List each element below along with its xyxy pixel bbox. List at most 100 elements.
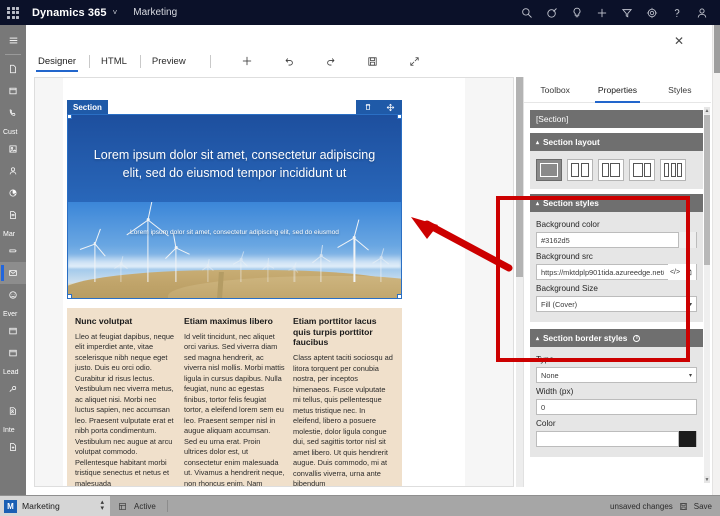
column-heading: Nunc volutpat <box>75 316 133 326</box>
target-icon[interactable] <box>539 0 564 25</box>
gear-icon[interactable] <box>639 0 664 25</box>
border-width-field[interactable] <box>536 399 697 415</box>
email-canvas[interactable]: Section Lorem ipsum dolor sit amet, cons… <box>34 77 514 487</box>
border-color-swatch-button[interactable] <box>678 431 696 447</box>
person-icon[interactable] <box>689 0 714 25</box>
layout-three-column[interactable] <box>660 159 686 181</box>
sidebar-item-pinned[interactable] <box>0 80 26 102</box>
layout-wide-narrow[interactable] <box>629 159 655 181</box>
tab-preview[interactable]: Preview <box>148 53 190 70</box>
sidebar-item-event-planning[interactable] <box>0 342 26 364</box>
hamburger-menu-icon[interactable] <box>0 29 26 51</box>
border-type-select[interactable]: None ▾ <box>536 367 697 383</box>
section-chrome: Section <box>67 100 402 114</box>
file-picker-icon[interactable] <box>682 264 696 280</box>
save-icon[interactable] <box>360 50 386 72</box>
border-color-input[interactable] <box>537 432 678 446</box>
layout-two-equal[interactable] <box>567 159 593 181</box>
scroll-down-arrow-icon[interactable]: ▼ <box>704 476 710 483</box>
tab-toolbox[interactable]: Toolbox <box>524 77 586 102</box>
tab-designer[interactable]: Designer <box>34 53 80 72</box>
hero-background-image[interactable]: Lorem ipsum dolor sit amet, consectetur … <box>67 114 402 299</box>
resize-handle-top-left[interactable] <box>68 115 72 119</box>
dialog-scrollbar-thumb[interactable] <box>714 25 720 73</box>
chevron-down-icon[interactable]: ˅ <box>113 8 118 17</box>
column-heading: Etiam maximus libero <box>184 316 273 326</box>
sidebar-item-lead-scoring[interactable] <box>0 378 26 400</box>
layout-one-column[interactable] <box>536 159 562 181</box>
move-icon[interactable] <box>383 100 399 114</box>
border-color-label: Color <box>536 419 556 428</box>
content-column[interactable]: Nunc volutpat Lleo at feugiat dapibus, n… <box>75 316 176 486</box>
hero-subtitle[interactable]: Lorem ipsum dolor sit amet, consectetur … <box>96 228 373 237</box>
help-icon[interactable] <box>664 0 689 25</box>
color-swatch-button[interactable] <box>678 232 696 248</box>
canvas-scrollbar-thumb[interactable] <box>516 77 523 277</box>
background-color-label: Background color <box>536 220 600 229</box>
resize-handle-bottom-right[interactable] <box>397 294 401 298</box>
sidebar-item-forms[interactable] <box>0 436 26 458</box>
resize-handle-top-right[interactable] <box>397 115 401 119</box>
tab-html[interactable]: HTML <box>97 53 131 70</box>
sidebar-item-events[interactable] <box>0 320 26 342</box>
section-styles-group-header[interactable]: ▴ Section styles <box>530 194 703 212</box>
properties-tab-strip: Toolbox Properties Styles <box>524 77 711 103</box>
lightbulb-icon[interactable] <box>564 0 589 25</box>
scroll-up-arrow-icon[interactable]: ▲ <box>704 107 710 114</box>
sidebar-item-segments[interactable] <box>0 182 26 204</box>
properties-panel: Toolbox Properties Styles [Section] ▴ Se… <box>523 77 711 487</box>
section-layout-group-header[interactable]: ▴ Section layout <box>530 133 703 151</box>
sidebar-item-customer-journeys[interactable] <box>0 240 26 262</box>
hero-headline[interactable]: Lorem ipsum dolor sit amet, consectetur … <box>86 147 383 182</box>
background-color-field[interactable] <box>536 232 697 248</box>
tab-styles[interactable]: Styles <box>649 77 711 102</box>
info-icon[interactable]: i <box>633 334 641 342</box>
app-switcher-chevrons-icon[interactable]: ▴ ▾ <box>100 499 104 513</box>
add-element-button[interactable] <box>234 50 260 72</box>
content-column[interactable]: Etiam maximus libero Id velit tincidunt,… <box>184 316 285 486</box>
sidebar-item-leads[interactable] <box>0 400 26 422</box>
background-size-select[interactable]: Fill (Cover) ▾ <box>536 296 697 312</box>
canvas-scrollbar[interactable] <box>516 77 523 487</box>
sidebar-item-recent[interactable] <box>0 58 26 80</box>
properties-scrollbar-thumb[interactable] <box>704 115 710 265</box>
trash-icon[interactable] <box>360 100 376 114</box>
background-src-field[interactable]: </> <box>536 264 697 280</box>
code-icon[interactable]: </> <box>668 264 682 280</box>
sidebar-item-social-posts[interactable] <box>0 284 26 306</box>
section-border-styles-group-header[interactable]: ▴ Section border styles i <box>530 329 703 347</box>
dialog-scrollbar[interactable] <box>712 25 720 495</box>
sitemap-icon[interactable] <box>118 502 127 511</box>
border-width-input[interactable] <box>537 400 696 414</box>
undo-button[interactable] <box>276 50 302 72</box>
border-color-field[interactable] <box>536 431 697 447</box>
tab-properties[interactable]: Properties <box>586 77 648 103</box>
properties-scrollbar[interactable]: ▲ ▼ <box>704 107 710 483</box>
sidebar-item-contacts[interactable] <box>0 160 26 182</box>
content-column[interactable]: Etiam porttitor lacus quis turpis portti… <box>293 316 394 486</box>
three-column-content-section[interactable]: Nunc volutpat Lleo at feugiat dapibus, n… <box>67 308 402 486</box>
redo-button[interactable] <box>318 50 344 72</box>
search-icon[interactable] <box>514 0 539 25</box>
save-icon[interactable] <box>679 502 688 511</box>
save-button[interactable]: Save <box>694 502 712 511</box>
border-type-label: Type <box>536 355 554 364</box>
app-switcher[interactable]: M Marketing ▴ ▾ <box>0 495 110 516</box>
background-src-input[interactable] <box>537 265 668 279</box>
sidebar-item-marketing-emails[interactable] <box>0 262 26 284</box>
layout-narrow-wide[interactable] <box>598 159 624 181</box>
filter-icon[interactable] <box>614 0 639 25</box>
unsaved-changes-label: unsaved changes <box>610 501 673 511</box>
expand-button[interactable] <box>402 50 428 72</box>
sidebar-item-accounts[interactable] <box>0 138 26 160</box>
border-type-value: None <box>541 370 559 380</box>
background-color-input[interactable] <box>537 233 678 247</box>
sidebar-item-calls[interactable] <box>0 102 26 124</box>
app-launcher-icon[interactable] <box>0 0 26 25</box>
plus-icon[interactable] <box>589 0 614 25</box>
resize-handle-bottom-left[interactable] <box>68 294 72 298</box>
section-styles-title: Section styles <box>543 198 599 208</box>
wind-turbine-photo <box>68 202 401 298</box>
sidebar-item-subscriptions[interactable] <box>0 204 26 226</box>
record-status-group: Active <box>110 500 168 512</box>
